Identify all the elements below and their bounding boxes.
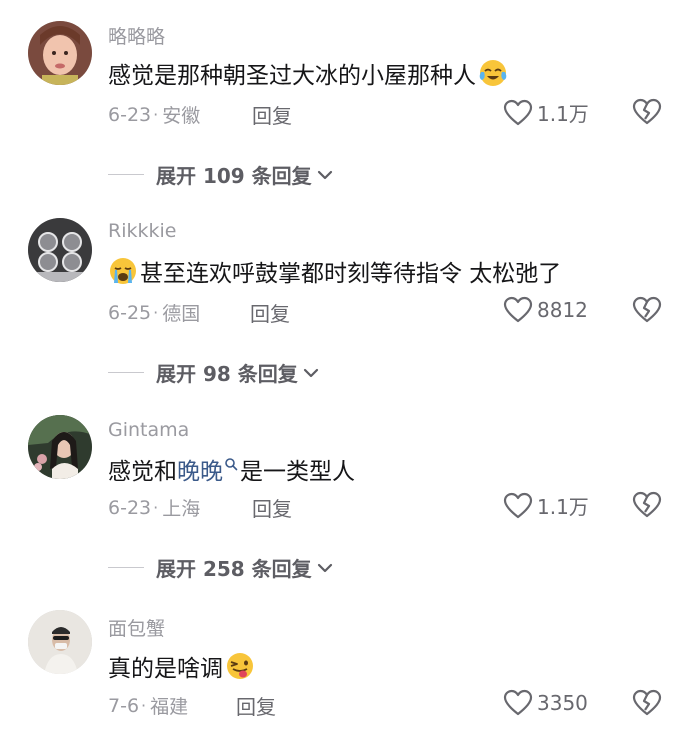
comment-meta: 6-23 · 上海 (108, 494, 200, 521)
dislike-button[interactable] (632, 491, 662, 519)
comment-location: 福建 (150, 696, 189, 718)
comment-date: 7-6 (108, 694, 140, 717)
chevron-down-icon (317, 563, 332, 572)
comment-date: 6-23 (108, 103, 152, 126)
search-icon[interactable] (224, 457, 238, 471)
username[interactable]: 面包蟹 (108, 614, 165, 641)
reply-button[interactable]: 回复 (252, 493, 292, 522)
like-button[interactable]: 3350 (503, 689, 588, 717)
comment-text-body: 感觉和 (108, 459, 177, 485)
comment-date: 6-25 (108, 301, 152, 324)
search-link-word[interactable]: 晚晚 (177, 452, 223, 486)
like-count: 3350 (537, 691, 588, 715)
dislike-button[interactable] (632, 689, 662, 717)
reply-button[interactable]: 回复 (252, 100, 292, 129)
comment-text-body: 感觉是那种朝圣过大冰的小屋那种人 (108, 63, 476, 89)
comment-location: 上海 (162, 498, 201, 520)
like-count: 1.1万 (537, 102, 589, 126)
expand-replies-label: 展开 258 条回复 (156, 557, 312, 581)
comment-location: 安徽 (162, 105, 201, 127)
expand-replies-label: 展开 109 条回复 (156, 164, 312, 188)
comment-text: 真的是啥调 (108, 649, 257, 683)
broken-heart-icon (632, 491, 662, 518)
comment-text-body: 真的是啥调 (108, 656, 223, 682)
expand-replies-label: 展开 98 条回复 (156, 362, 298, 386)
meta-separator: · (153, 498, 159, 517)
meta-separator: · (153, 303, 159, 322)
meta-separator: · (141, 696, 147, 715)
avatar[interactable] (28, 21, 92, 85)
dislike-button[interactable] (632, 98, 662, 126)
avatar[interactable] (28, 610, 92, 674)
tears-of-joy-emoji (479, 60, 507, 86)
comment-meta: 6-23 · 安徽 (108, 101, 200, 128)
broken-heart-icon (632, 98, 662, 125)
comment-text: 甚至连欢呼鼓掌都时刻等待指令 太松弛了 (108, 254, 561, 288)
crying-emoji (110, 258, 136, 284)
avatar[interactable] (28, 218, 92, 282)
comment-date: 6-23 (108, 496, 152, 519)
meta-separator: · (153, 105, 159, 124)
expand-replies-button[interactable]: 展开 109 条回复 (108, 160, 334, 189)
heart-outline-icon (503, 689, 533, 716)
like-count: 8812 (537, 298, 588, 322)
username[interactable]: 略略略 (108, 22, 165, 49)
broken-heart-icon (632, 689, 662, 716)
heart-outline-icon (503, 492, 533, 518)
divider-line (108, 567, 144, 568)
expand-replies-button[interactable]: 展开 98 条回复 (108, 358, 320, 387)
comment-text-body: 甚至连欢呼鼓掌都时刻等待指令 太松弛了 (140, 261, 562, 287)
heart-outline-icon (503, 99, 533, 125)
comment-meta: 6-25 · 德国 (108, 299, 200, 326)
comment-text: 感觉和 晚晚 是一类型人 (108, 452, 355, 486)
chevron-down-icon (317, 170, 332, 179)
chevron-down-icon (303, 368, 318, 377)
comment-meta: 7-6 · 福建 (108, 692, 188, 719)
username[interactable]: Rikkkie (108, 220, 176, 242)
username[interactable]: Gintama (108, 419, 189, 441)
comment-location: 德国 (162, 303, 201, 325)
avatar[interactable] (28, 415, 92, 479)
broken-heart-icon (632, 296, 662, 323)
like-count: 1.1万 (537, 495, 589, 519)
divider-line (108, 174, 144, 175)
like-button[interactable]: 1.1万 (503, 98, 589, 127)
dislike-button[interactable] (632, 296, 662, 324)
heart-outline-icon (503, 296, 533, 323)
comment-text: 感觉是那种朝圣过大冰的小屋那种人 (108, 56, 510, 90)
winking-tongue-emoji (227, 653, 253, 679)
expand-replies-button[interactable]: 展开 258 条回复 (108, 553, 334, 582)
divider-line (108, 372, 144, 373)
reply-button[interactable]: 回复 (236, 691, 276, 720)
like-button[interactable]: 1.1万 (503, 491, 589, 520)
like-button[interactable]: 8812 (503, 296, 588, 324)
reply-button[interactable]: 回复 (250, 298, 290, 327)
comment-text-body-end: 是一类型人 (240, 459, 355, 485)
